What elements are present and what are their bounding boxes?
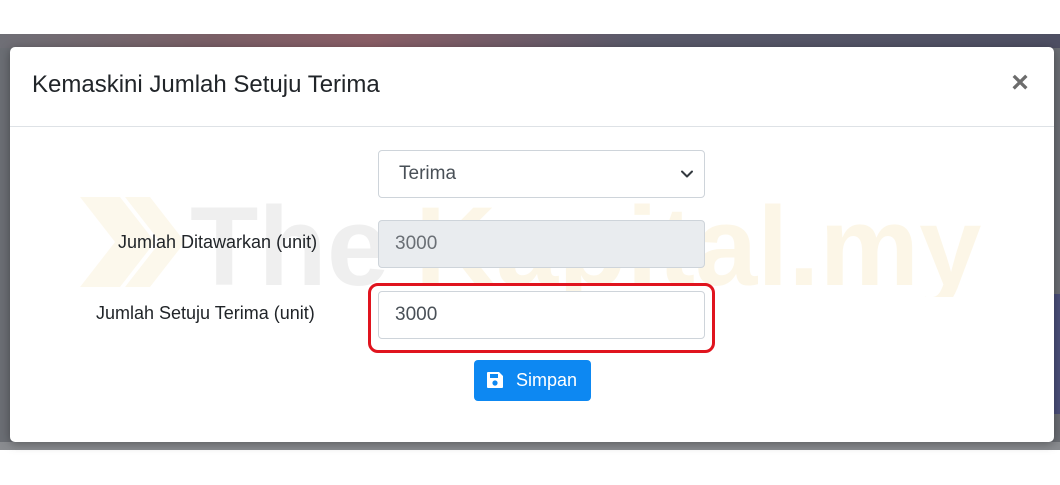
offered-amount-field: 3000	[378, 220, 705, 268]
modal-title: Kemaskini Jumlah Setuju Terima	[32, 71, 380, 98]
accepted-amount-label: Jumlah Setuju Terima (unit)	[96, 303, 315, 323]
chevron-down-icon	[681, 170, 693, 178]
save-icon	[487, 372, 503, 388]
background-page-strip	[0, 34, 1060, 48]
status-select[interactable]: Terima	[378, 150, 705, 198]
status-select-value: Terima	[399, 163, 457, 184]
background-page-footer	[0, 442, 1060, 450]
close-button[interactable]: ×	[1006, 67, 1034, 99]
save-button-label: Simpan	[516, 370, 578, 390]
screen: Kemaskini Jumlah Setuju Terima × The Kap…	[0, 0, 1060, 485]
accepted-amount-input[interactable]: 3000	[378, 291, 705, 339]
save-button[interactable]: Simpan	[474, 360, 591, 401]
offered-amount-label: Jumlah Ditawarkan (unit)	[118, 232, 318, 252]
update-accept-amount-modal: Kemaskini Jumlah Setuju Terima × The Kap…	[10, 47, 1054, 442]
modal-header: Kemaskini Jumlah Setuju Terima ×	[10, 47, 1054, 127]
